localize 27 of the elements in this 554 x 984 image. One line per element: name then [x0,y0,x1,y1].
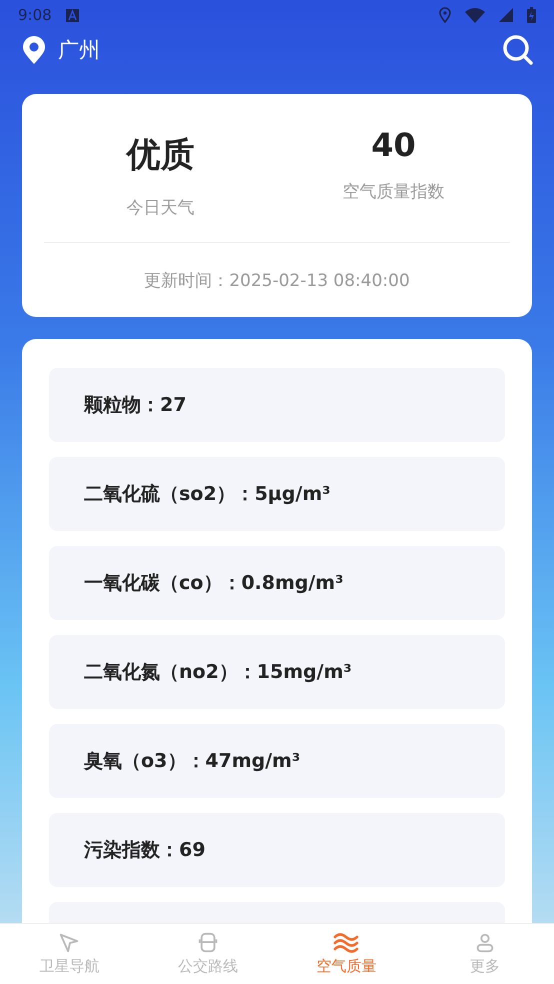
tab[interactable]: 卫星导航 [0,924,138,984]
pollutant-text: 二氧化硫（so2）：5μg/m³ [84,482,330,507]
location-pin-icon [22,36,46,64]
search-icon[interactable] [502,34,534,66]
status-time: 9:08 [18,6,52,24]
tab[interactable]: 公交路线 [138,924,277,984]
city-name[interactable]: 广州 [58,36,100,64]
wifi-icon [465,8,485,22]
pollutant-text: 一氧化碳（co）：0.8mg/m³ [84,571,344,596]
cursor-arrow-icon [58,932,80,954]
waves-icon [333,932,360,954]
update-time: 更新时间：2025-02-13 08:40:00 [144,270,410,292]
notification-icon [66,8,79,22]
quality-label: 今日天气 [126,197,194,219]
pollutant-text: 污染指数：69 [84,838,206,863]
aqi-label: 空气质量指数 [342,181,444,203]
pollutant-text: 二氧化氮（no2）：15mg/m³ [84,660,352,685]
aqi-value: 40 [371,126,416,164]
pollutant-text: 颗粒物：27 [84,393,186,418]
battery-icon [527,7,536,23]
bus-icon [196,932,219,954]
tab[interactable]: 空气质量 [277,924,416,984]
pollutant-text: 臭氧（o3）：47mg/m³ [84,749,300,774]
quality-value: 优质 [126,134,194,177]
signal-icon [499,8,513,22]
location-icon [439,7,451,23]
tab[interactable]: 更多 [416,924,554,984]
